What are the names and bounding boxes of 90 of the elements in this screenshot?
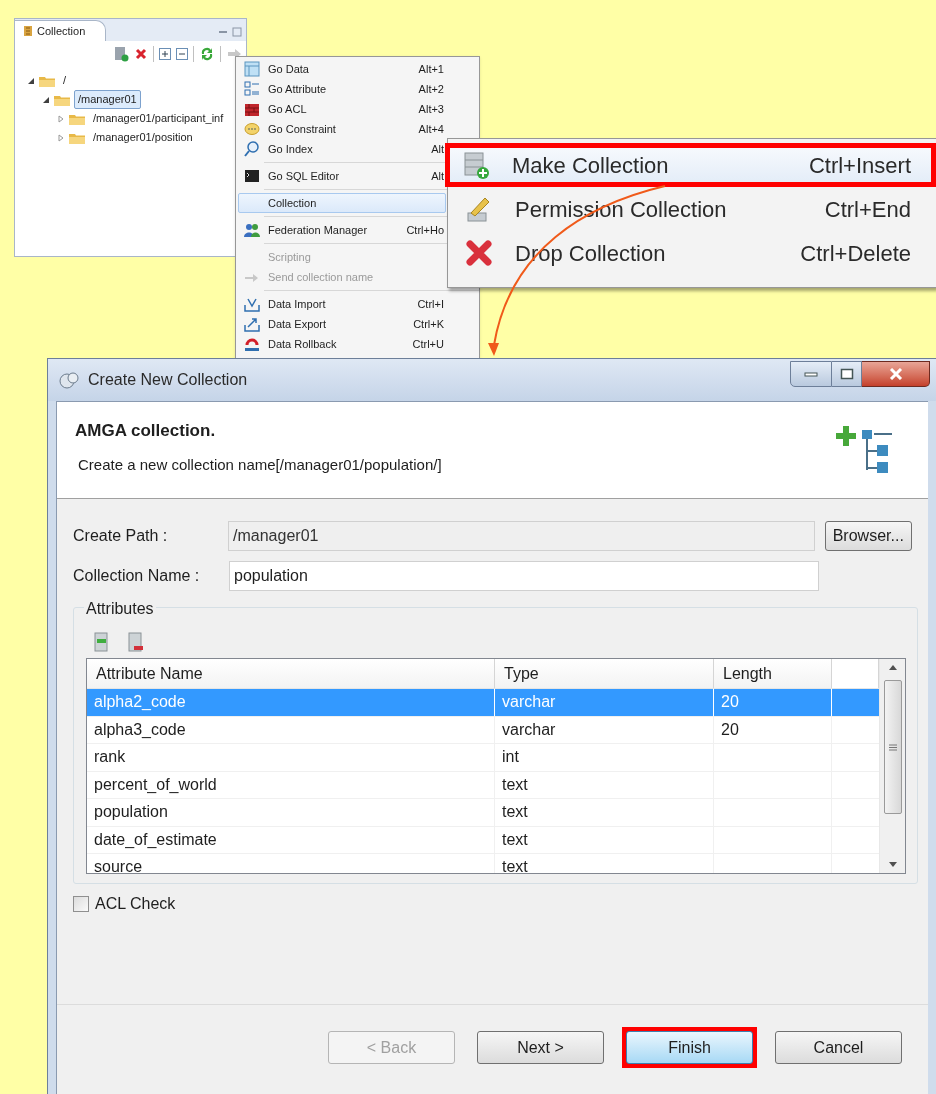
maximize-button[interactable]: [832, 361, 862, 387]
refresh-icon[interactable]: [199, 46, 215, 62]
tree-item[interactable]: /manager01: [74, 90, 141, 109]
table-cell-text: text: [502, 857, 528, 873]
menu-item[interactable]: Go Attribute Alt+2: [238, 79, 446, 99]
checkbox[interactable]: [73, 896, 89, 912]
dialog-button[interactable]: Cancel: [775, 1031, 902, 1064]
page-heading: AMGA collection.: [75, 420, 217, 442]
table-icon: [23, 25, 33, 37]
page-description: Create a new collection name[/manager01/population/]: [77, 454, 443, 475]
table-cell-text: source: [94, 857, 143, 873]
checkbox-label: ACL Check: [95, 894, 176, 914]
browse-button[interactable]: Browser...: [824, 521, 912, 551]
menu-item[interactable]: Go ACL Alt+3: [238, 99, 446, 119]
dialog-button[interactable]: Finish: [626, 1031, 753, 1064]
menu-item[interactable]: Data Export Ctrl+K: [238, 314, 446, 334]
menu-item[interactable]: Make Collection Ctrl+Insert: [445, 143, 936, 187]
expand-all-icon[interactable]: [159, 48, 171, 60]
table-cell-text: text: [502, 774, 528, 795]
menu-item[interactable]: Data Import Ctrl+I: [238, 294, 446, 314]
speech-bubble-icon: [244, 121, 260, 137]
menu-item[interactable]: Go Data Alt+1: [238, 59, 446, 79]
close-button[interactable]: [862, 361, 930, 387]
menu-item[interactable]: Federation Manager Ctrl+Ho: [238, 220, 446, 240]
table-cell-text: text: [502, 802, 528, 823]
name-field[interactable]: population: [229, 561, 819, 591]
column-header[interactable]: Attribute Name: [87, 659, 495, 688]
magnifier-icon: [244, 141, 260, 157]
table-cell-text: 20: [721, 692, 739, 713]
collapsed-icon[interactable]: [57, 133, 65, 142]
menu-item[interactable]: Go Constraint Alt+4: [238, 119, 446, 139]
tree-add-icon: [834, 424, 894, 476]
tree-item[interactable]: /: [59, 71, 71, 90]
brick-wall-icon: [244, 101, 260, 117]
tree-item[interactable]: /manager01/participant_inf: [89, 109, 228, 128]
field-label: Collection Name :: [73, 566, 201, 586]
table-cell-text: alpha2_code: [94, 692, 186, 713]
close-icon: [888, 368, 903, 380]
table-cell-text: varchar: [502, 719, 556, 740]
app-icon: [58, 370, 80, 390]
table-cell-text: population: [94, 802, 168, 823]
database-add-icon[interactable]: [113, 46, 129, 62]
table-row[interactable]: rank int: [87, 744, 879, 772]
table-cell-text: varchar: [502, 692, 556, 713]
minimize-button[interactable]: [790, 361, 832, 387]
column-header[interactable]: Length: [714, 659, 832, 688]
menu-item[interactable]: Collection: [238, 193, 446, 213]
dialog-button[interactable]: Next >: [477, 1031, 604, 1064]
view-tab[interactable]: Collection: [15, 20, 107, 41]
remove-attribute-icon[interactable]: [126, 631, 144, 653]
collapsed-icon[interactable]: [57, 114, 65, 123]
maximize-icon: [839, 368, 854, 380]
window-title: Create New Collection: [88, 370, 248, 390]
collapse-all-icon[interactable]: [176, 48, 188, 60]
table-cell-text: rank: [94, 747, 126, 768]
table-cell-text: text: [502, 829, 528, 850]
undo-icon: [244, 336, 260, 352]
minimize-icon: [804, 371, 818, 377]
table-row[interactable]: date_of_estimate text: [87, 826, 879, 854]
scroll-up-icon[interactable]: [888, 665, 897, 670]
table-cell-text: date_of_estimate: [94, 829, 217, 850]
table-icon: [244, 61, 260, 77]
table-row[interactable]: population text: [87, 799, 879, 827]
list-icon: [244, 81, 260, 97]
menu-item[interactable]: Go Index Alt: [238, 139, 446, 159]
scroll-down-icon[interactable]: [888, 862, 897, 867]
expanded-icon[interactable]: [27, 76, 35, 85]
people-icon: [244, 222, 260, 238]
menu-item[interactable]: Go SQL Editor Alt: [238, 166, 446, 186]
menu-item[interactable]: Data Rollback Ctrl+U: [238, 334, 446, 354]
delete-icon[interactable]: [134, 47, 148, 61]
maximize-icon[interactable]: [232, 27, 242, 37]
column-header[interactable]: Type: [495, 659, 714, 688]
expanded-icon[interactable]: [42, 95, 50, 104]
delete-icon: [465, 239, 493, 267]
field-label: Create Path :: [73, 526, 169, 546]
tree-item[interactable]: /manager01/position: [89, 128, 197, 147]
tray-out-icon: [244, 316, 260, 332]
table-cell-text: int: [502, 747, 519, 768]
table-row[interactable]: percent_of_world text: [87, 771, 879, 799]
database-add-icon: [462, 151, 490, 179]
table-cell-text: alpha3_code: [94, 719, 186, 740]
tray-in-icon: [244, 296, 260, 312]
add-attribute-icon[interactable]: [92, 631, 110, 653]
scrollbar[interactable]: [879, 659, 905, 873]
terminal-icon: [244, 168, 260, 184]
table-cell-text: 20: [721, 719, 739, 740]
grip-icon: [888, 743, 897, 751]
table-cell-text: percent_of_world: [94, 774, 217, 795]
table-row[interactable]: alpha3_code varchar 20: [87, 716, 879, 744]
